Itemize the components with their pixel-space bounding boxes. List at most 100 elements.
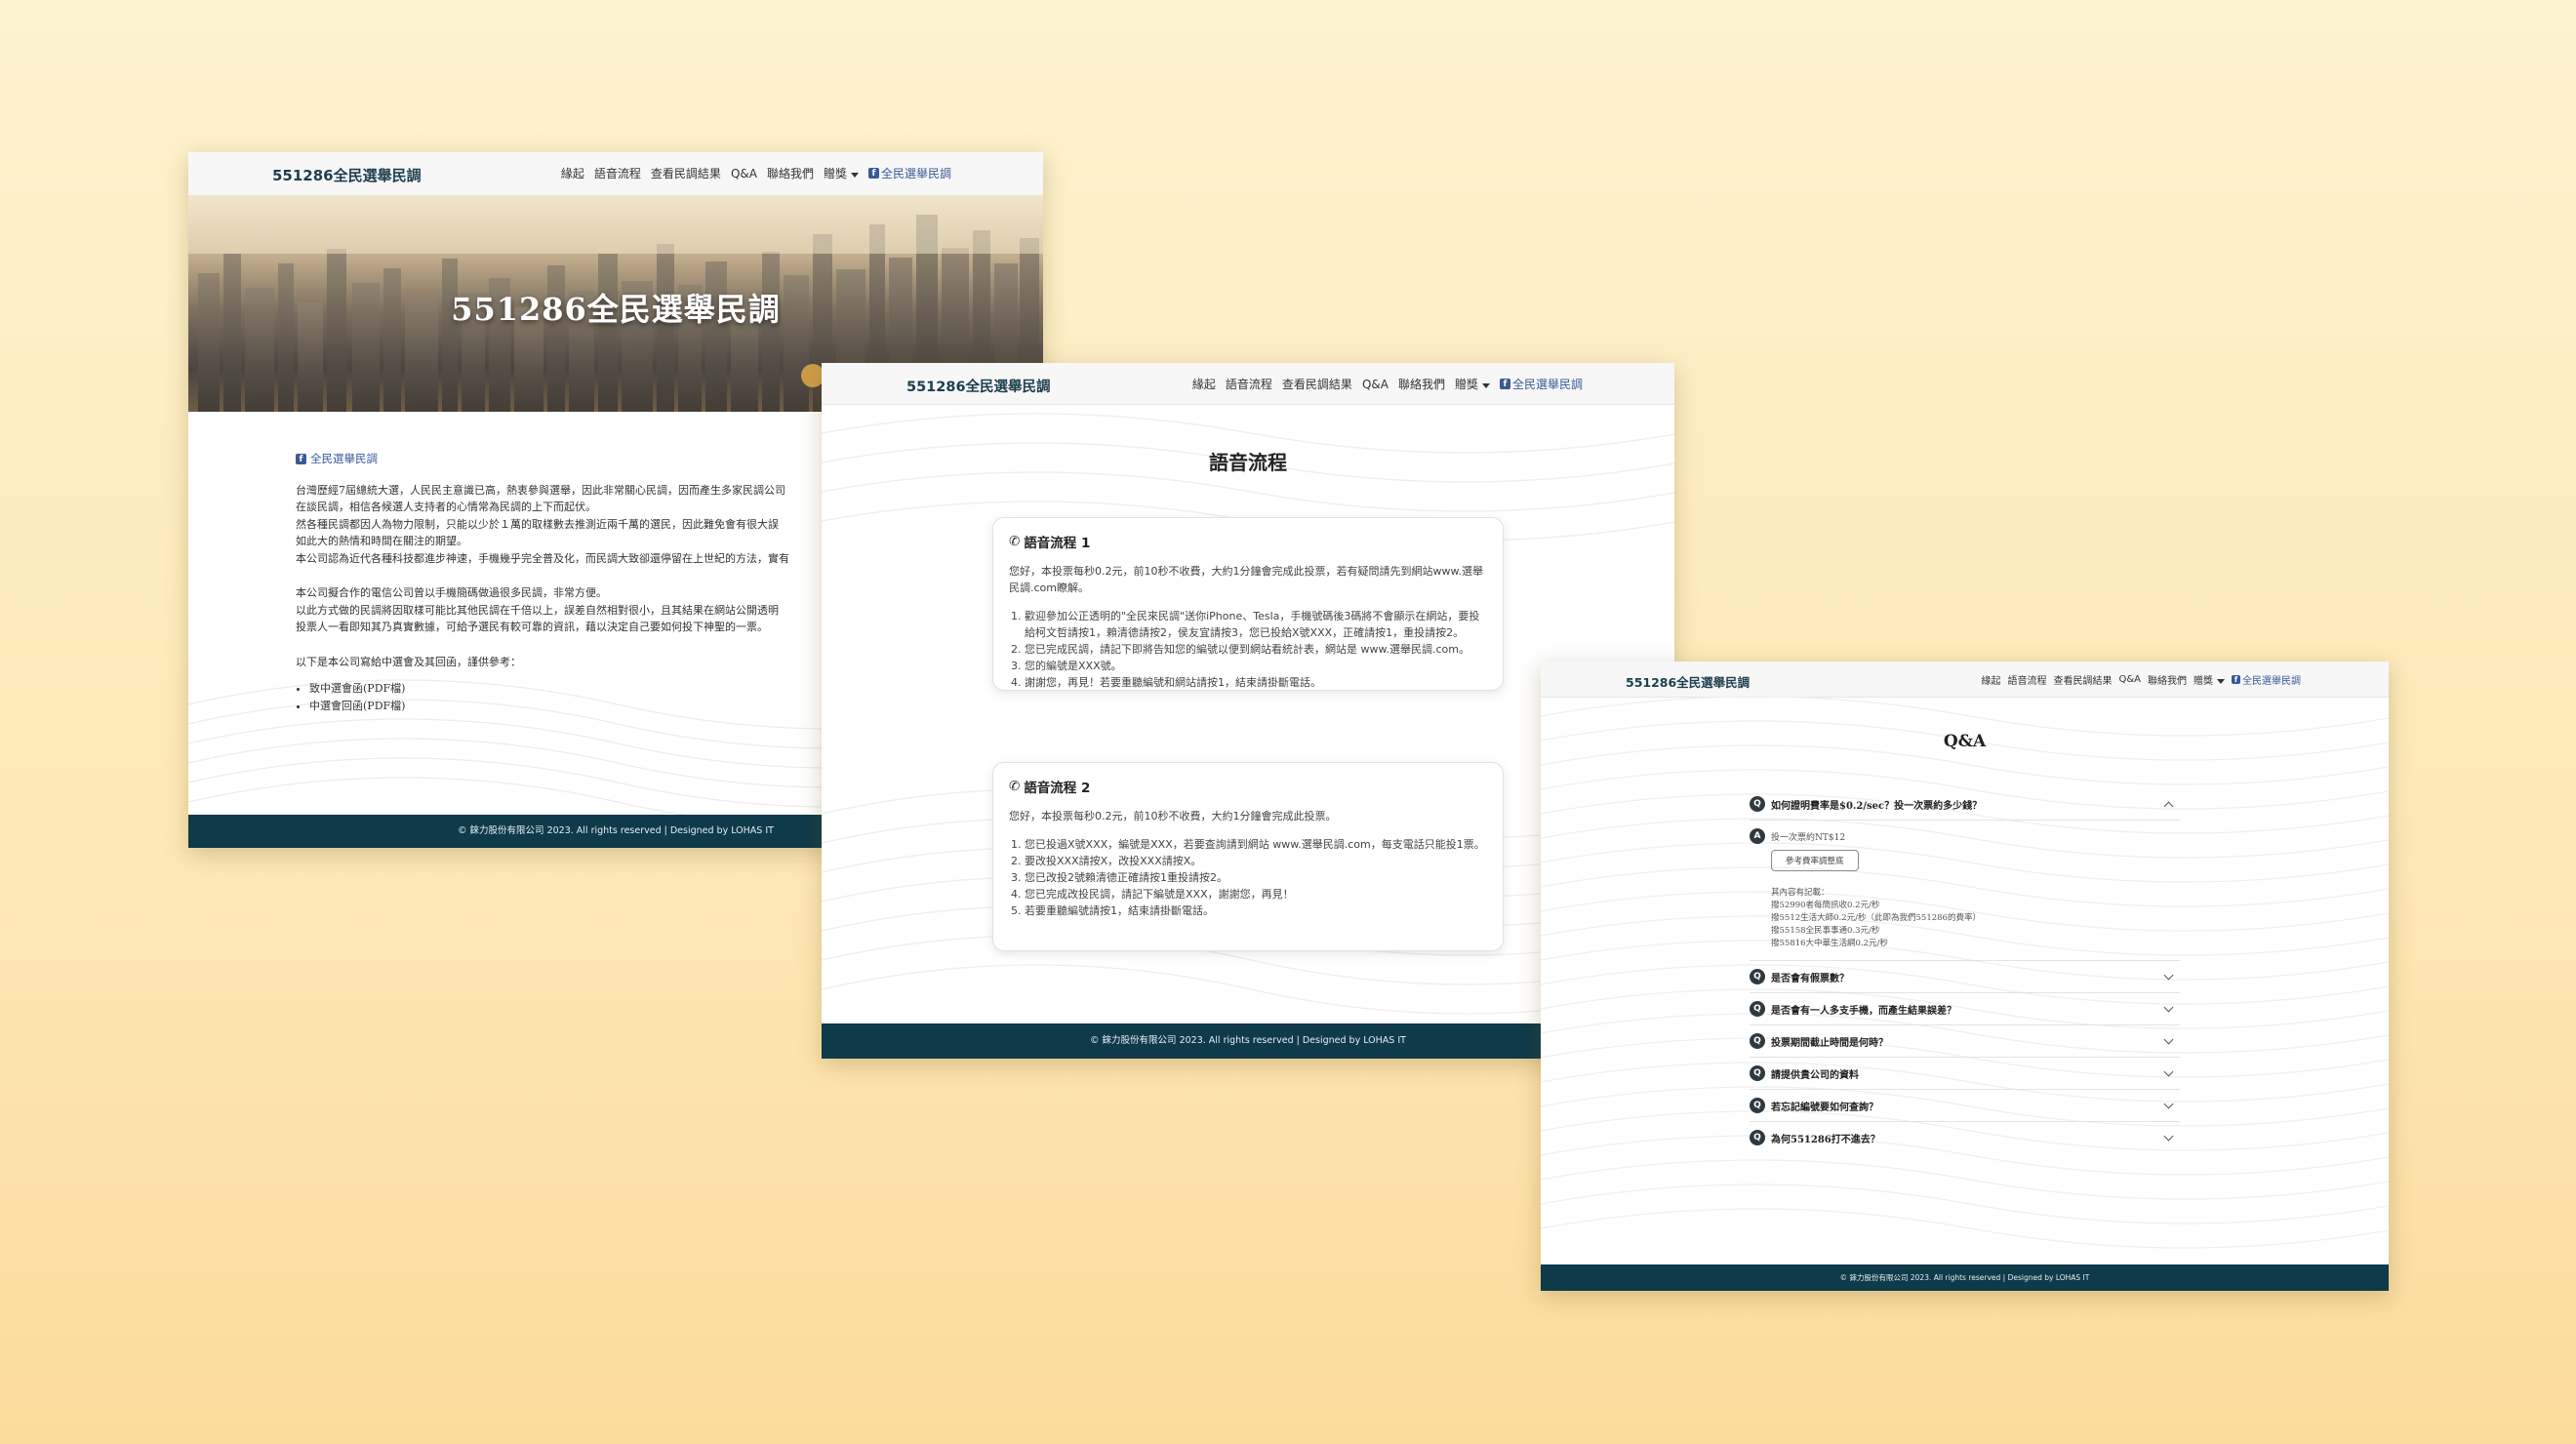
question-badge: Q: [1750, 1033, 1765, 1049]
question-text: 投票期間截止時間是何時？: [1771, 1037, 1888, 1049]
brand-logo[interactable]: 551286全民選舉民調: [1626, 672, 1750, 691]
nav-item-origin[interactable]: 緣起: [1981, 672, 2000, 687]
step-list: 歡迎參加公正透明的"全民來民調"送你iPhone、Tesla，手機號碼後3碼將不…: [1009, 608, 1487, 691]
card-heading: 語音流程 1: [1024, 536, 1091, 551]
nav-menu: 緣起 語音流程 查看民調結果 Q&A 聯絡我們 贈獎 f 全民選舉民調: [1981, 672, 2301, 687]
step-item: 歡迎參加公正透明的"全民來民調"送你iPhone、Tesla，手機號碼後3碼將不…: [1025, 608, 1487, 641]
faq-question[interactable]: Q 投票期間截止時間是何時？: [1750, 1025, 2180, 1058]
facebook-icon: f: [867, 168, 879, 179]
nav-item-contact[interactable]: 聯絡我們: [1398, 376, 1445, 392]
faq-question[interactable]: Q 是否會有一人多支手機，而產生結果誤差？: [1750, 993, 2180, 1025]
navbar: 551286全民選舉民調 緣起 語音流程 查看民調結果 Q&A 聯絡我們 贈獎 …: [822, 363, 1674, 405]
question-text: 是否會有一人多支手機，而產生結果誤差？: [1771, 1005, 1956, 1017]
footer: © 錸力股份有限公司 2023. All rights reserved | D…: [1541, 1264, 2389, 1291]
question-text: 如何證明費率是$0.2/sec？投一次票約多少錢？: [1771, 800, 1983, 812]
step-item: 您已改投2號賴清德正確請按1重投請按2。: [1025, 869, 1487, 886]
chevron-down-icon: [2163, 1034, 2174, 1044]
nav-item-prize-dropdown[interactable]: 贈獎: [824, 165, 859, 181]
question-badge: Q: [1750, 1001, 1765, 1017]
faq-question[interactable]: Q 為何551286打不進去？: [1750, 1122, 2180, 1153]
step-item: 若要重聽編號請按1，結束請掛斷電話。: [1025, 902, 1487, 919]
navbar: 551286全民選舉民調 緣起 語音流程 查看民調結果 Q&A 聯絡我們 贈獎 …: [1541, 662, 2389, 698]
caret-down-icon: [850, 173, 859, 178]
nav-item-poll-results[interactable]: 查看民調結果: [2053, 672, 2112, 687]
navbar: 551286全民選舉民調 緣起 語音流程 查看民調結果 Q&A 聯絡我們 贈獎 …: [188, 152, 1043, 196]
nav-item-origin[interactable]: 緣起: [1192, 376, 1216, 392]
question-text: 請提供貴公司的資料: [1771, 1069, 1859, 1081]
rate-reference-button[interactable]: 參考費率調整底: [1771, 850, 1859, 871]
nav-menu: 緣起 語音流程 查看民調結果 Q&A 聯絡我們 贈獎 f 全民選舉民調: [1192, 376, 1583, 392]
question-badge: Q: [1750, 1130, 1765, 1145]
nav-menu: 緣起 語音流程 查看民調結果 Q&A 聯絡我們 贈獎 f 全民選舉民調: [561, 165, 951, 181]
question-badge: Q: [1750, 796, 1765, 812]
section-title: Q&A: [1943, 732, 1987, 751]
brand-logo[interactable]: 551286全民選舉民調: [272, 165, 422, 185]
nav-item-origin[interactable]: 緣起: [561, 165, 584, 181]
card-intro: 您好，本投票每秒0.2元，前10秒不收費，大約1分鐘會完成此投票，若有疑問請先到…: [1009, 565, 1483, 594]
note-line: 撥55158全民事事通0.3元/秒: [1771, 926, 1880, 936]
nav-facebook-link[interactable]: f 全民選舉民調: [1499, 376, 1583, 392]
nav-item-prize-dropdown[interactable]: 贈獎: [2194, 672, 2225, 687]
step-item: 要改投XXX請按X，改投XXX請按X。: [1025, 853, 1487, 869]
section-title: 語音流程: [1209, 451, 1287, 474]
chevron-down-icon: [2163, 1099, 2174, 1108]
brand-logo[interactable]: 551286全民選舉民調: [906, 376, 1051, 396]
step-list: 您已投過X號XXX，編號是XXX，若要查詢請到網站 www.選舉民調.com，每…: [1009, 836, 1487, 919]
facebook-icon: f: [1499, 379, 1510, 389]
nav-item-prize-dropdown[interactable]: 贈獎: [1455, 376, 1490, 392]
faq-accordion: Q 如何證明費率是$0.2/sec？投一次票約多少錢？ A 投一次票約NT$12…: [1750, 788, 2180, 1153]
phone-icon: ✆: [1009, 534, 1021, 549]
note-line: 撥52990者每簡訊收0.2元/秒: [1771, 901, 1880, 910]
note-line: 其內容有記載：: [1771, 888, 1830, 898]
note-line: 撥5512生活大師0.2元/秒（此即為我們551286的費率）: [1771, 913, 1981, 923]
qa-window: 551286全民選舉民調 緣起 語音流程 查看民調結果 Q&A 聯絡我們 贈獎 …: [1541, 662, 2389, 1291]
step-item: 您已完成民調，請記下即將告知您的編號以便到網站看統計表，網站是 www.選舉民調…: [1025, 641, 1487, 658]
chevron-down-icon: [2163, 1131, 2174, 1141]
question-badge: Q: [1750, 969, 1765, 984]
chevron-down-icon: [2163, 1002, 2174, 1012]
nav-item-qa[interactable]: Q&A: [2118, 674, 2141, 685]
faq-question[interactable]: Q 請提供貴公司的資料: [1750, 1058, 2180, 1090]
faq-question[interactable]: Q 若忘記編號要如何查詢？: [1750, 1090, 2180, 1122]
hero-title: 551286全民選舉民調: [451, 291, 781, 328]
nav-item-poll-results[interactable]: 查看民調結果: [1282, 376, 1352, 392]
nav-facebook-link[interactable]: f 全民選舉民調: [867, 165, 951, 181]
faq-question[interactable]: Q 是否會有假票數？: [1750, 961, 2180, 993]
card-heading: 語音流程 2: [1024, 781, 1091, 796]
nav-facebook-link[interactable]: f 全民選舉民調: [2232, 672, 2301, 687]
caret-down-icon: [1481, 383, 1490, 388]
nav-item-contact[interactable]: 聯絡我們: [2148, 672, 2187, 687]
nav-item-voice-flow[interactable]: 語音流程: [1226, 376, 1272, 392]
answer-text: 投一次票約NT$12: [1771, 832, 1846, 843]
voice-flow-card: ✆ 語音流程 2 您好，本投票每秒0.2元，前10秒不收費，大約1分鐘會完成此投票…: [992, 762, 1504, 951]
chevron-down-icon: [2163, 1066, 2174, 1076]
voice-flow-card: ✆ 語音流程 1 您好，本投票每秒0.2元，前10秒不收費，大約1分鐘會完成此投票…: [992, 517, 1504, 691]
nav-item-poll-results[interactable]: 查看民調結果: [651, 165, 721, 181]
question-text: 為何551286打不進去？: [1771, 1134, 1880, 1145]
card-intro: 您好，本投票每秒0.2元，前10秒不收費，大約1分鐘會完成此投票。: [1009, 810, 1337, 822]
step-item: 您已投過X號XXX，編號是XXX，若要查詢請到網站 www.選舉民調.com，每…: [1025, 836, 1487, 853]
faq-question-expanded[interactable]: Q 如何證明費率是$0.2/sec？投一次票約多少錢？: [1750, 788, 2180, 821]
step-item: 您已完成改投民調，請記下編號是XXX，謝謝您，再見！: [1025, 886, 1487, 902]
question-badge: Q: [1750, 1098, 1765, 1113]
facebook-icon: f: [2232, 675, 2240, 684]
phone-icon: ✆: [1009, 779, 1021, 794]
answer-notes: 其內容有記載： 撥52990者每簡訊收0.2元/秒 撥5512生活大師0.2元/…: [1771, 887, 2180, 950]
step-item: 您的編號是XXX號。: [1025, 658, 1487, 674]
question-badge: Q: [1750, 1065, 1765, 1081]
chevron-down-icon: [2163, 970, 2174, 980]
caret-down-icon: [2217, 679, 2225, 684]
note-line: 撥55816大中華生活網0.2元/秒: [1771, 939, 1888, 948]
nav-item-qa[interactable]: Q&A: [731, 167, 757, 180]
chevron-up-icon: [2163, 801, 2174, 811]
faq-answer: A 投一次票約NT$12 參考費率調整底 其內容有記載： 撥52990者每簡訊收…: [1750, 821, 2180, 961]
question-text: 是否會有假票數？: [1771, 973, 1849, 984]
nav-item-voice-flow[interactable]: 語音流程: [2007, 672, 2046, 687]
nav-item-voice-flow[interactable]: 語音流程: [594, 165, 641, 181]
answer-badge: A: [1750, 828, 1765, 844]
facebook-icon: f: [296, 454, 306, 465]
nav-item-contact[interactable]: 聯絡我們: [767, 165, 814, 181]
step-item: 謝謝您，再見！若要重聽編號和網站請按1，結束請掛斷電話。: [1025, 674, 1487, 691]
question-text: 若忘記編號要如何查詢？: [1771, 1102, 1878, 1113]
nav-item-qa[interactable]: Q&A: [1362, 378, 1389, 391]
